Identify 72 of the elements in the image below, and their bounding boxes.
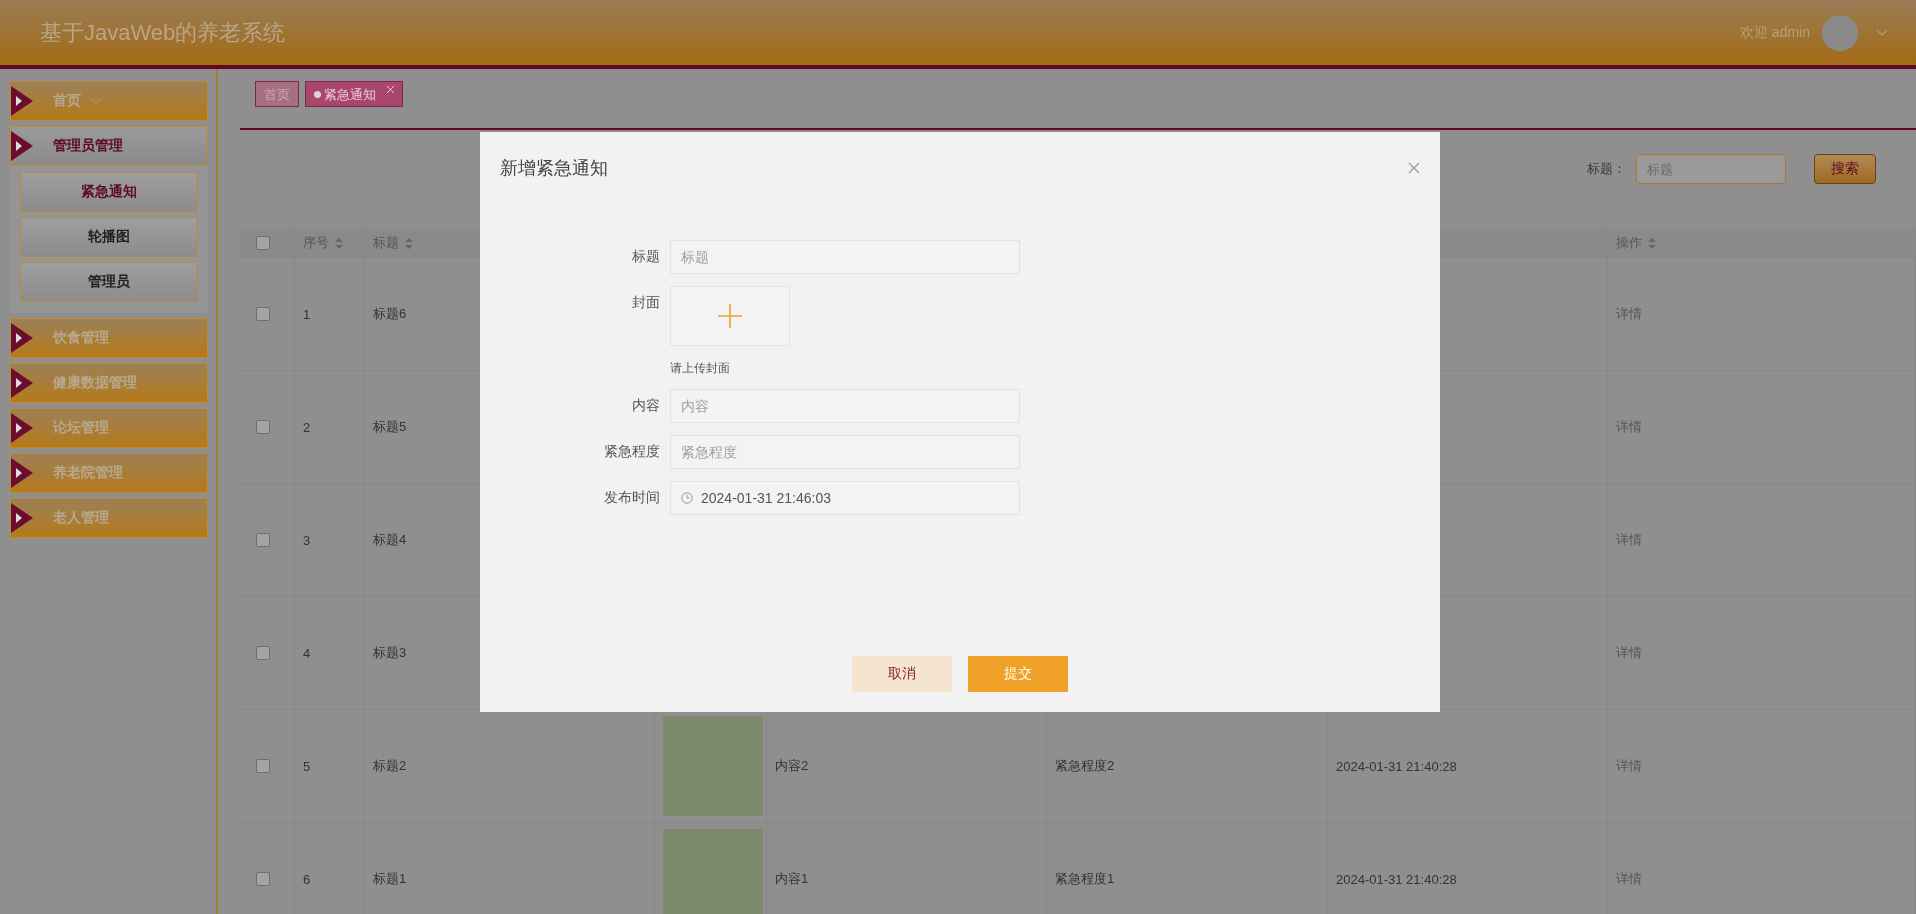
sidebar-item[interactable]: 健康数据管理: [10, 363, 208, 403]
avatar[interactable]: [1822, 14, 1858, 51]
table-cell: 2: [303, 419, 311, 435]
field-label: 内容: [631, 396, 661, 415]
dot-icon: [314, 91, 321, 98]
submenu-item[interactable]: 管理员: [20, 262, 198, 302]
triangle-icon: [11, 503, 33, 533]
clock-icon: [681, 492, 693, 504]
checkbox[interactable]: [256, 646, 270, 660]
table-cell: 标题2: [373, 757, 407, 775]
table-cell: 紧急程度1: [1055, 870, 1115, 888]
upload-area[interactable]: [670, 286, 790, 346]
field-label: 发布时间: [603, 488, 661, 507]
table-cell: 标题1: [373, 870, 407, 888]
triangle-icon: [11, 131, 33, 161]
table-cell: 5: [303, 758, 311, 774]
submenu-item[interactable]: 轮播图: [20, 217, 198, 257]
sidebar-item[interactable]: 养老院管理: [10, 453, 208, 493]
table-cell: 标题6: [373, 305, 407, 323]
chevron-down-icon: [91, 98, 101, 104]
input-field[interactable]: 内容: [670, 389, 1020, 423]
table-cell: 2024-01-31 21:40:28: [1336, 871, 1457, 887]
table-cell: 标题5: [373, 418, 407, 436]
triangle-icon: [11, 413, 33, 443]
sidebar-item[interactable]: 管理员管理: [10, 126, 208, 166]
triangle-icon: [11, 458, 33, 488]
upload-hint: 请上传封面: [670, 360, 731, 377]
sort-icon[interactable]: [335, 237, 343, 249]
table-cell: 内容2: [775, 757, 809, 775]
checkbox[interactable]: [256, 759, 270, 773]
close-icon[interactable]: [386, 85, 395, 94]
submit-button[interactable]: 提交: [968, 656, 1068, 692]
input-field[interactable]: 紧急程度: [670, 435, 1020, 469]
triangle-icon: [11, 368, 33, 398]
welcome-text: 欢迎 admin: [1739, 23, 1810, 42]
table-cell: 内容1: [775, 870, 809, 888]
checkbox[interactable]: [256, 307, 270, 321]
sidebar-item[interactable]: 老人管理: [10, 498, 208, 538]
table-cell: 1: [303, 306, 311, 322]
datetime-field[interactable]: 2024-01-31 21:46:03: [670, 481, 1020, 515]
submenu-item[interactable]: 紧急通知: [20, 172, 198, 212]
sidebar-item[interactable]: 论坛管理: [10, 408, 208, 448]
table-cell: 6: [303, 871, 311, 887]
search-button[interactable]: 搜索: [1814, 154, 1876, 184]
dialog-title: 新增紧急通知: [500, 157, 609, 180]
field-label: 紧急程度: [603, 442, 661, 461]
sort-icon[interactable]: [405, 237, 413, 249]
tab[interactable]: 紧急通知: [305, 81, 403, 107]
checkbox[interactable]: [256, 420, 270, 434]
table-cell: 标题4: [373, 531, 407, 549]
checkbox[interactable]: [256, 533, 270, 547]
search-label: 标题：: [1587, 160, 1626, 178]
close-icon[interactable]: [1408, 162, 1420, 174]
triangle-icon: [11, 86, 33, 116]
field-label: 封面: [631, 293, 661, 312]
sidebar-item[interactable]: 首页: [10, 81, 208, 121]
chevron-down-icon[interactable]: [1876, 28, 1888, 37]
sort-icon[interactable]: [1648, 237, 1656, 249]
checkbox[interactable]: [256, 236, 270, 250]
triangle-icon: [11, 323, 33, 353]
sidebar-item[interactable]: 饮食管理: [10, 318, 208, 358]
plus-icon: [718, 304, 742, 328]
table-cell: 2024-01-31 21:40:28: [1336, 758, 1457, 774]
input-field[interactable]: 标题: [670, 240, 1020, 274]
table-cell: 3: [303, 532, 311, 548]
table-cell: 标题3: [373, 644, 407, 662]
checkbox[interactable]: [256, 872, 270, 886]
table-cell: 4: [303, 645, 311, 661]
table-cell: 紧急程度2: [1055, 757, 1115, 775]
app-title: 基于JavaWeb的养老系统: [40, 18, 287, 47]
cancel-button[interactable]: 取消: [852, 656, 952, 692]
field-label: 标题: [631, 247, 661, 266]
